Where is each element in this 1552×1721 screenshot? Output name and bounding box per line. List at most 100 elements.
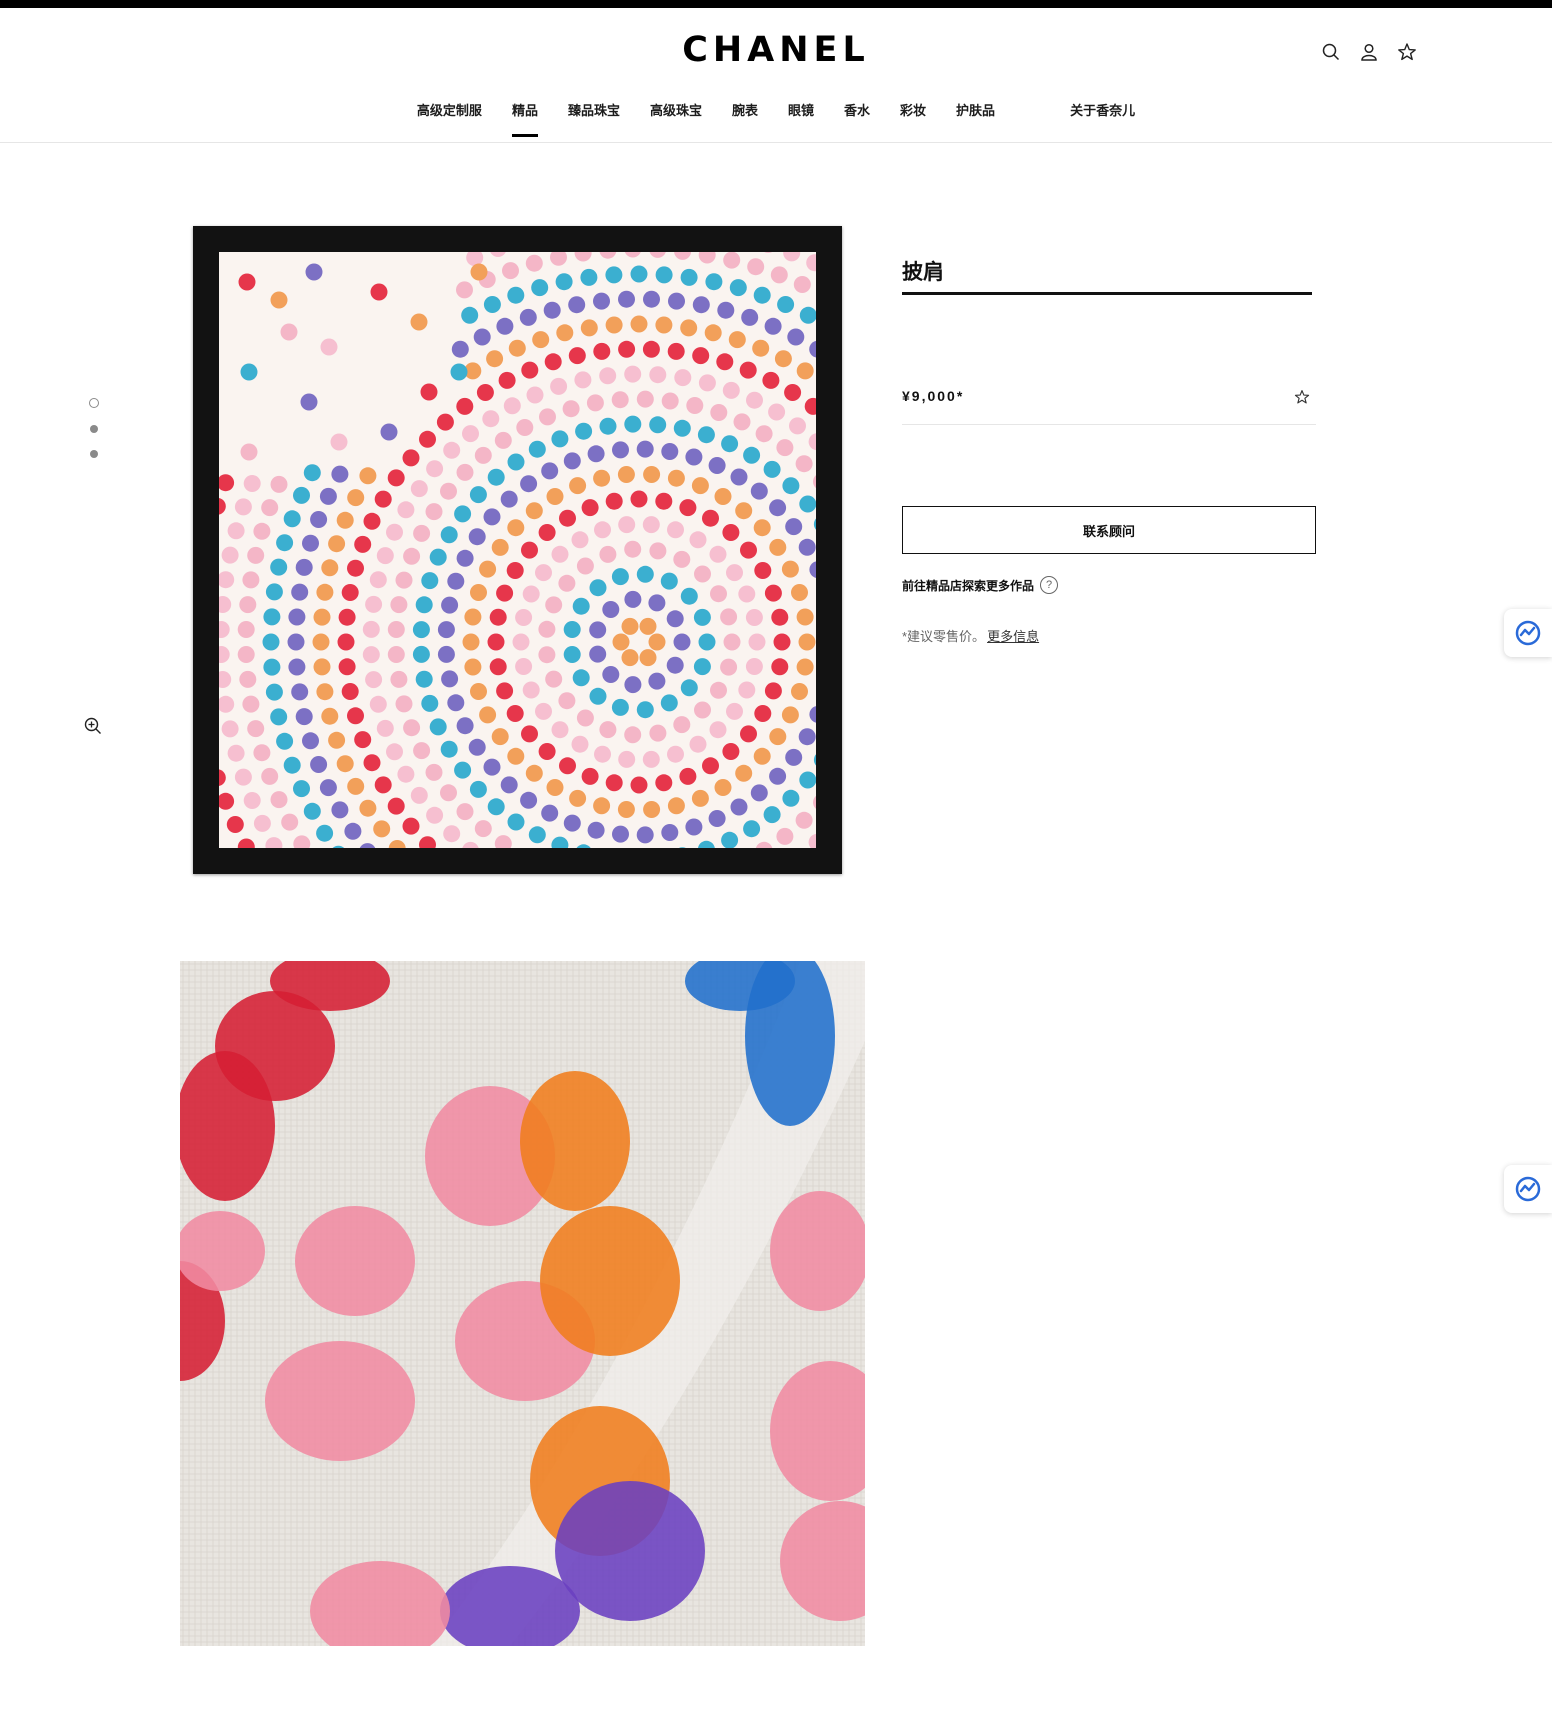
contact-advisor-button[interactable]: 联系顾问 [902,506,1316,554]
product-image-fabric-closeup[interactable] [180,961,865,1646]
scarf-dot [454,505,472,523]
scarf-dot [288,608,306,626]
nav-item-fragrance[interactable]: 香水 [844,98,870,137]
scarf-dot [328,535,346,553]
explore-boutique-link[interactable]: 前往精品店探索更多作品 ? [902,576,1059,594]
scarf-dot [714,488,732,505]
scarf-dot [487,468,505,486]
scarf-dot [726,702,743,720]
scarf-dot [221,546,239,564]
nav-item-makeup[interactable]: 彩妆 [900,98,926,137]
nav-item-boutique[interactable]: 精品 [511,98,538,137]
account-icon[interactable] [1359,42,1379,62]
scarf-dot [507,453,525,471]
scarf-dot [569,477,587,495]
floating-chat-widget[interactable] [1504,609,1552,657]
scarf-dot [508,339,526,357]
scarf-dot [387,646,405,663]
scarf-dot [388,840,406,848]
scarf-dot [420,383,438,401]
fabric-petal [520,1071,630,1211]
nav-item-haute-couture[interactable]: 高级定制服 [417,98,482,137]
gallery-dot-2[interactable] [90,425,98,433]
add-to-wishlist-star-icon[interactable] [1294,389,1310,405]
scarf-dot [698,633,716,651]
nav-item-fine-jewelry[interactable]: 臻品珠宝 [568,98,620,137]
scarf-dot [636,701,654,719]
scarf-dot [397,501,415,519]
scarf-dot [571,531,589,549]
scarf-dot [617,466,635,483]
scarf-dot [403,719,421,737]
scarf-dot [576,844,591,848]
scarf-dot [717,301,735,319]
scarf-dot [336,755,354,773]
scarf-dot [281,813,299,831]
scarf-dot [494,835,512,848]
product-image-scarf[interactable] [193,226,842,874]
scarf-dot [243,475,261,492]
scarf-dot [771,608,789,626]
gallery-pagination [89,398,99,458]
scarf-dot [276,732,294,750]
scarf-dot [486,350,504,368]
zoom-in-icon[interactable] [83,716,103,736]
scarf-dot [321,559,339,577]
scarf-dot [710,585,727,603]
floating-chat-widget-2[interactable] [1504,1165,1552,1213]
scarf-dot [798,728,816,746]
scarf-dot [544,353,562,371]
scarf-dot [655,492,673,510]
nav-item-high-jewelry[interactable]: 高级珠宝 [650,98,702,137]
scarf-dot [331,465,349,483]
scarf-dot [491,538,509,556]
scarf-dot [691,789,709,807]
scarf-dot [798,538,816,556]
nav-item-about-chanel[interactable]: 关于香奈儿 [1070,98,1135,137]
scarf-dot [270,291,288,309]
scarf-dot [798,633,816,651]
scarf-dot [804,397,816,415]
wishlist-star-icon[interactable] [1397,42,1417,62]
help-icon[interactable]: ? [1040,576,1059,594]
scarf-dot [496,584,514,602]
scarf-dot [265,583,283,601]
scarf-dot [288,658,306,676]
scarf-dot [673,419,691,437]
scarf-dot [494,431,512,449]
scarf-dot [813,518,816,530]
product-info-panel: 披肩 ¥9,000* 联系顾问 前往精品店探索更多作品 ? *建议零售价。 更多信… [902,256,1316,644]
scarf-dot [649,252,666,258]
search-icon[interactable] [1321,42,1341,62]
chanel-logo[interactable]: CHANEL [0,30,1552,70]
scarf-dot [764,252,773,253]
scarf-dot [605,492,623,510]
scarf-dot [624,252,641,258]
main-navigation: 高级定制服 精品 臻品珠宝 高级珠宝 腕表 眼镜 香水 彩妆 护肤品 关于香奈儿 [0,98,1552,143]
nav-item-eyewear[interactable]: 眼镜 [788,98,814,137]
scarf-dot [498,371,516,389]
scarf-dot [503,397,521,415]
nav-item-watches[interactable]: 腕表 [732,98,758,137]
scarf-dot [649,366,667,384]
scarf-dot [293,486,310,504]
fabric-petals-graphic [180,961,865,1646]
scarf-dot [574,252,592,262]
nav-item-skincare[interactable]: 护肤品 [956,98,995,137]
scarf-dot [721,831,739,848]
scarf-dot [612,633,630,651]
more-info-link[interactable]: 更多信息 [987,629,1039,644]
gallery-dot-3[interactable] [90,450,98,458]
scarf-dot [714,779,732,796]
gallery-dot-1[interactable] [89,398,99,408]
scarf-dot [642,340,660,358]
fabric-petal [295,1206,415,1316]
scarf-dot [655,774,673,792]
scarf-dot [426,806,444,824]
scarf-dot [705,273,723,291]
scarf-dot [370,283,388,301]
scarf-dot [395,571,413,589]
scarf-dot [390,670,408,688]
scarf-dot [363,512,381,530]
scarf-dot [602,666,620,683]
